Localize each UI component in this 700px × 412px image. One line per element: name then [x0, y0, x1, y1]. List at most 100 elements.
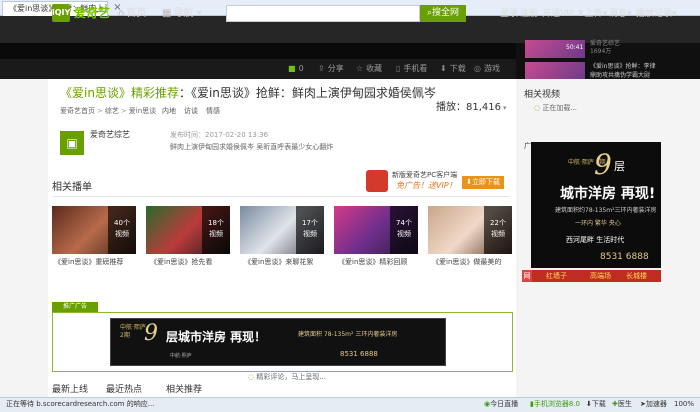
- share-button[interactable]: ⇪ 分享: [318, 63, 344, 75]
- download-client-button[interactable]: ⬇立即下载: [462, 176, 504, 189]
- login-link[interactable]: 登录: [500, 8, 518, 20]
- episode-title[interactable]: 爱奇艺综艺: [590, 40, 620, 48]
- related-loading-text: 正在加载...: [542, 104, 578, 112]
- gift-icon: [366, 170, 388, 192]
- share-icon: ⇪: [318, 64, 325, 73]
- messages-label: 消息: [609, 9, 628, 19]
- status-download[interactable]: ⬇下载: [586, 400, 606, 409]
- download-button[interactable]: ⬇ 下载: [440, 63, 466, 75]
- play-count-label: 播放：: [436, 102, 466, 113]
- playlist-unit: 视频: [397, 230, 411, 238]
- episode-views: 1694万: [590, 48, 612, 55]
- site-logo-text[interactable]: 爱奇艺: [74, 6, 110, 20]
- episode-duration: 50:41: [566, 44, 584, 51]
- playlist-count: 22个: [490, 219, 506, 227]
- ad-big-suffix: 层: [614, 160, 625, 173]
- related-videos-title: 相关视频: [524, 90, 561, 100]
- status-accelerator-label: 加速器: [645, 400, 667, 408]
- ad-detail: 一环内 繁华 央心: [575, 220, 621, 227]
- search-button[interactable]: ⌕搜全网: [420, 5, 466, 22]
- mobile-watch-button[interactable]: ▯ 手机看: [396, 63, 427, 75]
- promo-line-1: 新版爱奇艺PC客户端: [392, 171, 458, 179]
- live-label: 今日直播: [490, 400, 519, 408]
- live-link[interactable]: ◉今日直播: [484, 400, 518, 409]
- like-button[interactable]: ■ 0: [288, 63, 304, 75]
- page-title: 《爱in思谈》精彩推荐：《爱in思谈》抢鲜：鲜肉上演伊甸园求婚侯佩岑: [60, 86, 440, 101]
- breadcrumb-separator: >: [120, 107, 127, 115]
- episode-thumbnail[interactable]: [525, 62, 585, 80]
- ad-label: 推广广告: [52, 302, 98, 312]
- playlist-count: 18个: [208, 219, 224, 227]
- playlist-count-badge: 17个 视频: [296, 206, 324, 254]
- publish-time: 发布时间：2017-02-20 13:36: [170, 131, 269, 139]
- tag-emotion[interactable]: 情感: [206, 106, 220, 116]
- playlist-unit: 视频: [115, 230, 129, 238]
- related-videos-loading: ◌ 正在加载...: [534, 104, 577, 113]
- tab-hot[interactable]: 最近热点: [106, 385, 142, 396]
- video-player[interactable]: [0, 43, 516, 59]
- iqiyi-logo-icon[interactable]: iQIYI: [52, 4, 73, 22]
- channel-logo-icon[interactable]: ▣: [60, 131, 84, 155]
- register-link[interactable]: 注册: [520, 8, 538, 20]
- ad-headline: 层城市洋房 再现！: [166, 330, 267, 344]
- tab-latest[interactable]: 最新上线: [52, 385, 88, 396]
- status-text: 正在等待 b.scorecardresearch.com 的响应...: [6, 400, 155, 408]
- tab-related[interactable]: 相关推荐: [166, 385, 202, 396]
- favorite-label: 收藏: [366, 64, 383, 73]
- breadcrumb-show[interactable]: 爱in思谈: [129, 107, 156, 115]
- playlist-caption[interactable]: 《爱in思谈》做最美的: [432, 258, 501, 267]
- status-accelerator[interactable]: ➤加速器: [640, 400, 667, 409]
- zoom-level[interactable]: 100%: [674, 400, 694, 409]
- episode-title[interactable]: 《爱in思谈》抢鲜：李律: [590, 63, 655, 71]
- ad-banner[interactable]: [110, 318, 446, 366]
- playlist-caption[interactable]: 《爱in思谈》精彩回顾: [338, 258, 407, 267]
- phone-icon: ▯: [396, 64, 401, 73]
- like-count: 0: [298, 64, 304, 73]
- history-label: 播放记录: [636, 9, 673, 19]
- ad-brand: 中航·熙庐 2期: [120, 324, 146, 340]
- ad-strip-item: 高端场: [590, 272, 611, 280]
- title-main: 《爱in思谈》抢鲜：鲜肉上演伊甸园求婚侯佩岑: [190, 86, 436, 100]
- chevron-down-icon[interactable]: ▾: [503, 104, 507, 112]
- playlist-caption[interactable]: 《爱in思谈》抢先看: [150, 258, 212, 267]
- breadcrumb-home[interactable]: 爱奇艺首页: [60, 107, 95, 115]
- channel-name[interactable]: 爱奇艺综艺: [90, 130, 130, 140]
- game-button[interactable]: ◎ 游戏: [474, 63, 500, 75]
- playlist-count: 40个: [114, 219, 130, 227]
- nav-guide[interactable]: ▦ 导航 ▾: [162, 7, 202, 20]
- status-doctor[interactable]: ✚医生: [612, 400, 632, 409]
- ad-detail: 建筑面积 78-135m² 三环内奢装洋房: [298, 331, 398, 338]
- playlist-unit: 视频: [209, 230, 223, 238]
- download-icon: ⬇: [440, 64, 447, 73]
- playlist-caption[interactable]: 《爱in思谈》重磅推荐: [54, 258, 123, 267]
- search-input[interactable]: [226, 5, 420, 22]
- share-label: 分享: [327, 64, 344, 73]
- chevron-down-icon: ▾: [193, 8, 202, 19]
- breadcrumb: 爱奇艺首页 > 综艺 > 爱in思谈: [60, 106, 156, 116]
- download-client-label: 立即下载: [471, 178, 500, 186]
- nav-home-label: 首页: [126, 8, 147, 19]
- thumbs-up-icon: ■: [288, 64, 296, 73]
- upload-icon: ⬆: [577, 9, 585, 19]
- ad-footer: 中航·熙庐: [170, 353, 192, 359]
- title-prefix-link[interactable]: 《爱in思谈》精彩推荐: [60, 86, 179, 100]
- history-link[interactable]: 播放记录▾: [636, 8, 677, 20]
- nav-home[interactable]: ⌂ 首页: [118, 7, 146, 20]
- grid-icon: ▦: [162, 8, 172, 19]
- tag-talk[interactable]: 访谈: [184, 106, 198, 116]
- ad-strip-item: 长城楼: [626, 272, 647, 280]
- vip-link[interactable]: 开通VIP: [542, 8, 574, 20]
- ad-detail: 建筑面积约78-135m²三环内奢装洋房: [555, 207, 657, 214]
- messages-link[interactable]: 消息▾: [609, 8, 632, 20]
- tag-region[interactable]: 内地: [162, 106, 176, 116]
- mobile-browser-link[interactable]: ▮手机浏览器8.0: [530, 400, 580, 409]
- search-button-label: 搜全网: [432, 8, 460, 18]
- playlist-caption[interactable]: 《爱in思谈》来聊花絮: [244, 258, 313, 267]
- favorite-button[interactable]: ☆ 收藏: [356, 63, 382, 75]
- playlist-unit: 视频: [303, 230, 317, 238]
- gamepad-icon: ◎: [474, 64, 481, 73]
- upload-link[interactable]: ⬆上传▾: [577, 8, 607, 20]
- player-toolbar: [0, 59, 516, 79]
- breadcrumb-variety[interactable]: 综艺: [105, 107, 119, 115]
- ad-phone: 8531 6888: [600, 252, 649, 262]
